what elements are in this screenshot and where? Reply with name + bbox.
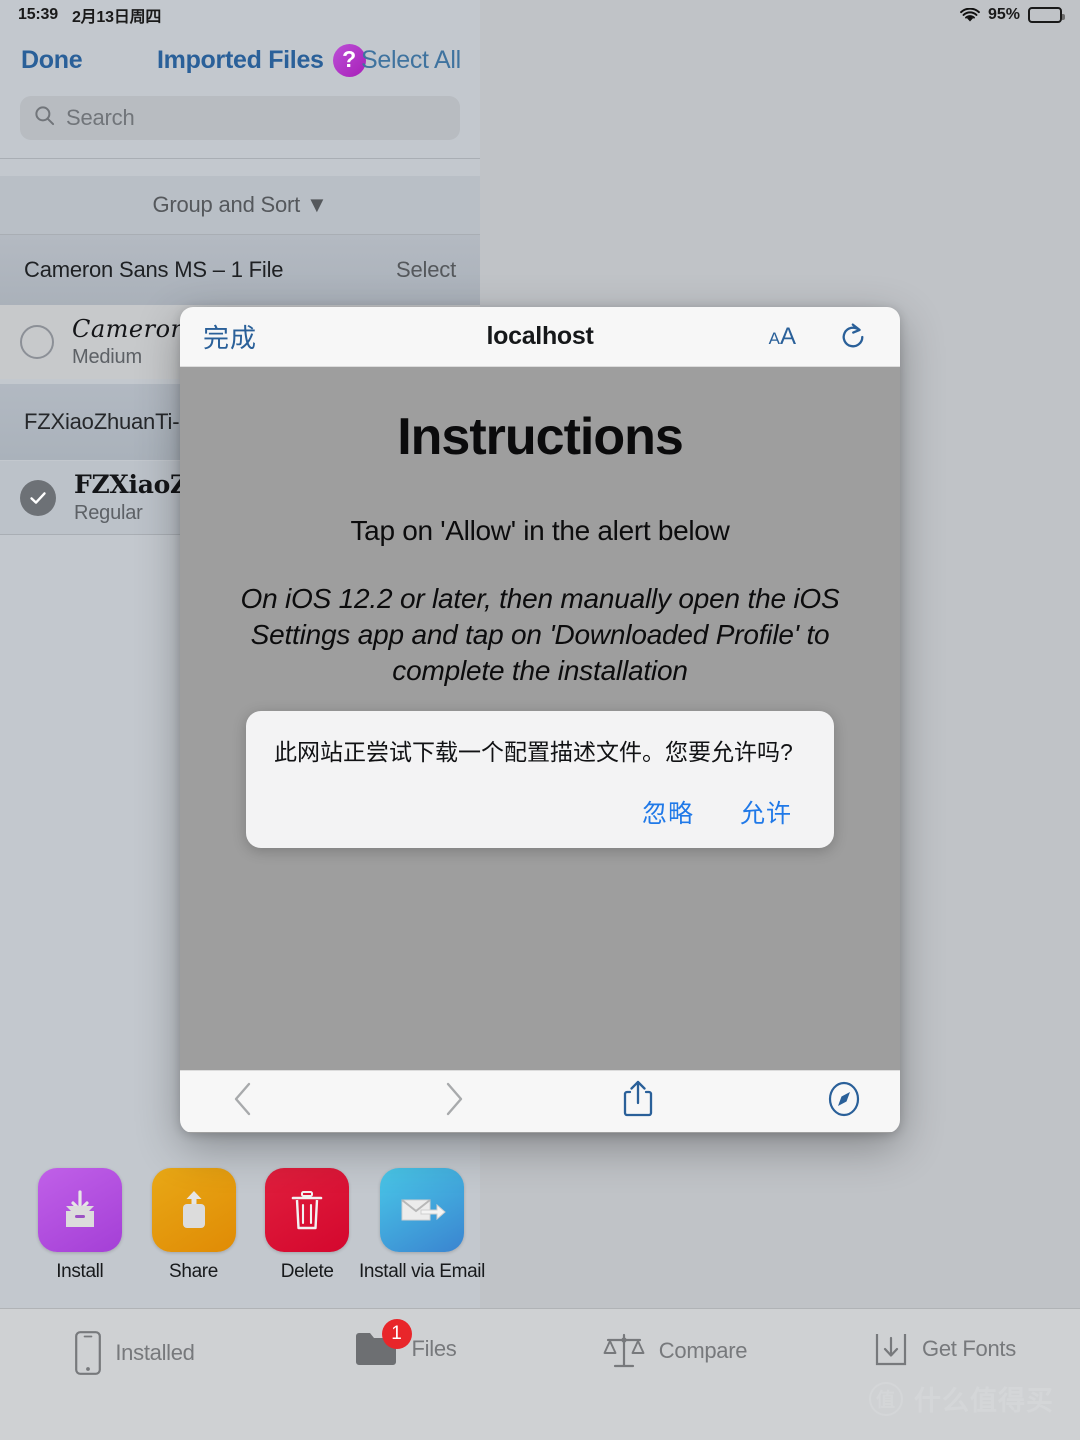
alert-message: 此网站正尝试下载一个配置描述文件。您要允许吗?: [274, 739, 793, 765]
search-icon: [34, 105, 55, 131]
status-bar: 15:39 2月13日周四 95%: [0, 0, 1080, 30]
status-date: 2月13日周四: [71, 9, 162, 26]
instructions-heading: Instructions: [397, 408, 684, 466]
wifi-icon: [960, 7, 980, 23]
status-time: 15:39: [18, 6, 58, 23]
instructions-line-1: Tap on 'Allow' in the alert below: [350, 515, 730, 546]
install-tray-icon: [37, 1168, 122, 1252]
section-title: FZXiaoZhuanTi-S1: [24, 409, 206, 434]
safari-done-button[interactable]: 完成: [203, 318, 257, 355]
safari-modal: 完成 localhost AA Instructions Tap on 'All…: [180, 307, 900, 1133]
download-icon: [874, 1331, 908, 1367]
reload-icon[interactable]: [838, 322, 868, 352]
section-title: Cameron Sans MS – 1 File: [24, 257, 284, 282]
sidebar-navbar: Done Imported Files ? Select All: [0, 36, 480, 84]
tab-get-fonts-label: Get Fonts: [922, 1336, 1016, 1361]
divider: [0, 158, 480, 159]
select-all-button[interactable]: Select All: [361, 46, 461, 75]
scales-icon: [603, 1331, 645, 1371]
watermark-logo: 值: [869, 1381, 903, 1416]
compass-icon[interactable]: [826, 1081, 862, 1122]
folder-icon: 1: [354, 1319, 412, 1367]
tab-files-label: Files: [411, 1336, 457, 1361]
chevron-left-icon[interactable]: [232, 1081, 254, 1122]
done-button[interactable]: Done: [21, 46, 83, 75]
alert-actions: 忽略 允许: [274, 794, 806, 830]
search-input[interactable]: Search: [20, 96, 460, 140]
safari-toolbar: [180, 1070, 900, 1132]
install-button[interactable]: Install: [23, 1168, 137, 1283]
section-header: Cameron Sans MS – 1 File Select: [0, 235, 480, 305]
share-up-icon: [151, 1168, 236, 1252]
email-forward-icon: [380, 1168, 465, 1252]
delete-label: Delete: [280, 1261, 334, 1282]
battery-icon: [1028, 7, 1065, 23]
install-via-email-button[interactable]: Install via Email: [359, 1168, 485, 1283]
share-icon[interactable]: [623, 1080, 653, 1123]
tab-files[interactable]: 1 Files: [270, 1319, 540, 1367]
text-size-button[interactable]: AA: [769, 323, 796, 351]
chevron-right-icon[interactable]: [443, 1081, 465, 1122]
battery-percent: 95%: [987, 6, 1020, 23]
delete-button[interactable]: Delete: [250, 1168, 364, 1283]
navbar-title-group: Imported Files ?: [157, 43, 366, 77]
tab-installed[interactable]: Installed: [0, 1331, 270, 1375]
status-bar-right: 95%: [960, 6, 1065, 24]
screen: 15:39 2月13日周四 95% Done Imported Files ?: [0, 0, 1080, 1440]
instructions-line-2: On iOS 12.2 or later, then manually open…: [240, 583, 840, 686]
status-bar-left: 15:39 2月13日周四: [18, 3, 161, 27]
section-select-button[interactable]: Select: [396, 257, 456, 283]
safari-web-content: Instructions Tap on 'Allow' in the alert…: [180, 367, 900, 1070]
share-label: Share: [169, 1261, 218, 1282]
phone-icon: [75, 1331, 102, 1375]
safari-header: 完成 localhost AA: [180, 307, 900, 367]
install-label: Install: [56, 1261, 104, 1282]
alert-allow-button[interactable]: 允许: [740, 794, 792, 830]
install-via-email-label: Install via Email: [359, 1261, 486, 1282]
tab-compare-label: Compare: [658, 1338, 748, 1363]
checkbox-checked-icon[interactable]: [20, 479, 56, 516]
files-badge: 1: [381, 1319, 412, 1349]
watermark: 值 什么值得买: [869, 1379, 1054, 1418]
trash-icon: [265, 1168, 350, 1252]
search-placeholder: Search: [66, 105, 135, 130]
action-button-bar: Install Share Delete Install via Email: [0, 1168, 485, 1293]
tab-installed-label: Installed: [115, 1340, 195, 1365]
tab-bar: Installed 1 Files Compare Get Fonts: [0, 1308, 1080, 1440]
checkbox-unchecked-icon[interactable]: [20, 325, 54, 359]
watermark-text: 什么值得买: [914, 1386, 1054, 1416]
download-profile-alert: 此网站正尝试下载一个配置描述文件。您要允许吗? 忽略 允许: [246, 711, 834, 849]
tab-get-fonts[interactable]: Get Fonts: [810, 1331, 1080, 1367]
alert-ignore-button[interactable]: 忽略: [642, 794, 694, 830]
tab-compare[interactable]: Compare: [540, 1331, 810, 1371]
group-and-sort-button[interactable]: Group and Sort ▼: [0, 176, 480, 234]
share-button[interactable]: Share: [137, 1168, 251, 1283]
page-title: Imported Files: [157, 45, 324, 74]
